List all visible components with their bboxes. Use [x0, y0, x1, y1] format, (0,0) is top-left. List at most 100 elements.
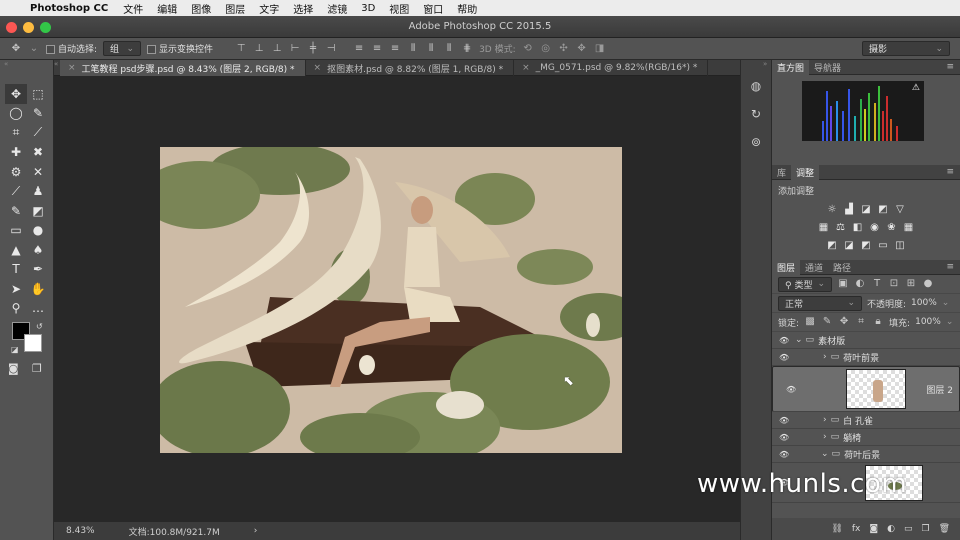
- gradient-tool-icon[interactable]: ▭: [5, 221, 27, 241]
- properties-panel-icon[interactable]: ⊚: [746, 132, 766, 152]
- eye-icon[interactable]: 👁︎: [779, 416, 789, 425]
- menu-3d[interactable]: 3D: [354, 3, 382, 14]
- move-tool-icon[interactable]: ✥: [10, 43, 22, 55]
- menu-edit[interactable]: 编辑: [150, 1, 184, 16]
- tab-adjustments[interactable]: 调整: [791, 164, 820, 180]
- filter-pixel-icon[interactable]: ▣: [837, 278, 849, 290]
- eye-icon[interactable]: 👁︎: [779, 336, 789, 345]
- menu-help[interactable]: 帮助: [450, 1, 484, 16]
- tab-histogram[interactable]: 直方图: [772, 59, 810, 75]
- align-vcenter-icon[interactable]: ⊥: [253, 43, 265, 55]
- chevron-right-icon[interactable]: ›: [823, 415, 827, 425]
- align-bottom-icon[interactable]: ⊥: [271, 43, 283, 55]
- lock-all-icon[interactable]: 🔒︎: [872, 316, 884, 328]
- blend-mode-dropdown[interactable]: 正常 ⌄: [778, 295, 862, 311]
- warning-icon[interactable]: ⚠: [912, 83, 920, 93]
- show-transform-checkbox[interactable]: 显示变换控件: [147, 42, 213, 55]
- document-canvas[interactable]: [160, 147, 622, 453]
- black-white-icon[interactable]: ◧: [852, 222, 864, 234]
- more-tools-icon[interactable]: …: [27, 299, 49, 319]
- filter-smart-icon[interactable]: ⊞: [905, 278, 917, 290]
- crop-tool-icon[interactable]: ⌗: [5, 123, 27, 143]
- filter-type-icon[interactable]: T: [871, 278, 883, 290]
- healing-brush-icon[interactable]: ✚: [5, 143, 27, 163]
- tab-channels[interactable]: 通道: [800, 260, 828, 275]
- invert-icon[interactable]: ◩: [826, 240, 838, 252]
- tab-document-1[interactable]: × 工笔教程 psd步骤.psd @ 8.43% (图层 2, RGB/8) *: [60, 60, 306, 76]
- eye-icon[interactable]: 👁︎: [779, 450, 789, 459]
- layer-group-bai-kongque[interactable]: 👁︎ › ▭ 白 孔雀: [772, 412, 960, 429]
- brightness-icon[interactable]: ☼: [826, 204, 838, 216]
- chevron-right-icon[interactable]: ›: [823, 352, 827, 362]
- lock-transparent-icon[interactable]: ▩: [804, 316, 816, 328]
- exposure-icon[interactable]: ◩: [877, 204, 889, 216]
- orbit-3d-icon[interactable]: ⟲: [522, 43, 534, 55]
- pan-3d-icon[interactable]: ✣: [558, 43, 570, 55]
- close-icon[interactable]: ×: [522, 63, 530, 73]
- zoom-level[interactable]: 8.43%: [66, 526, 95, 536]
- stamp-tool-icon[interactable]: ♟: [27, 182, 49, 202]
- auto-align-icon[interactable]: ⋕: [461, 43, 473, 55]
- selective-color-icon[interactable]: ◫: [894, 240, 906, 252]
- tab-document-3[interactable]: × _MG_0571.psd @ 9.82%(RGB/16*) *: [514, 60, 709, 76]
- layer-group-heye-qianjing[interactable]: 👁︎ › ▭ 荷叶前景: [772, 349, 960, 366]
- history-panel-icon[interactable]: ◍: [746, 76, 766, 96]
- vibrance-icon[interactable]: ▽: [894, 204, 906, 216]
- menu-file[interactable]: 文件: [116, 1, 150, 16]
- menu-layer[interactable]: 图层: [218, 1, 252, 16]
- add-mask-icon[interactable]: ◙: [869, 524, 878, 534]
- bandaid-icon[interactable]: ✖: [27, 143, 49, 163]
- clone-stamp-icon[interactable]: ⚙: [5, 162, 27, 182]
- status-menu-arrow[interactable]: ›: [254, 526, 258, 536]
- photo-filter-icon[interactable]: ◉: [869, 222, 881, 234]
- chevron-down-icon[interactable]: ⌄: [942, 298, 950, 308]
- chevron-down-icon[interactable]: ⌄: [821, 449, 829, 459]
- type-tool-icon[interactable]: T: [5, 260, 27, 280]
- gradient-map-icon[interactable]: ▭: [877, 240, 889, 252]
- align-top-icon[interactable]: ⊤: [235, 43, 247, 55]
- new-adjustment-icon[interactable]: ◐: [887, 524, 895, 534]
- fill-field[interactable]: 100%: [915, 317, 941, 327]
- roll-3d-icon[interactable]: ◎: [540, 43, 552, 55]
- distribute-vcenter-icon[interactable]: ≡: [371, 43, 383, 55]
- hand-tool-icon[interactable]: ✋: [27, 279, 49, 299]
- curves-icon[interactable]: ◪: [860, 204, 872, 216]
- menu-view[interactable]: 视图: [382, 1, 416, 16]
- menu-filter[interactable]: 滤镜: [320, 1, 354, 16]
- align-hcenter-icon[interactable]: ╪: [307, 43, 319, 55]
- pen-tool-icon[interactable]: ✒: [27, 260, 49, 280]
- chevron-down-icon[interactable]: ⌄: [946, 317, 954, 327]
- default-colors-icon[interactable]: ◪: [11, 345, 19, 354]
- swap-colors-icon[interactable]: ↺: [36, 322, 43, 331]
- eraser-tool-icon[interactable]: ◩: [27, 201, 49, 221]
- layer-group-tangyi[interactable]: 👁︎ › ▭ 躺椅: [772, 429, 960, 446]
- menu-app-name[interactable]: Photoshop CC: [26, 3, 116, 14]
- distribute-left-icon[interactable]: ⦀: [407, 43, 419, 55]
- auto-select-dropdown[interactable]: 组 ⌄: [103, 41, 142, 56]
- menu-type[interactable]: 文字: [252, 1, 286, 16]
- zoom-button[interactable]: [40, 22, 51, 33]
- eye-icon[interactable]: 👁︎: [779, 433, 789, 442]
- layer-group-heye-houjing[interactable]: 👁︎ ⌄ ▭ 荷叶后景: [772, 446, 960, 463]
- auto-select-checkbox[interactable]: 自动选择:: [46, 42, 97, 55]
- menu-image[interactable]: 图像: [184, 1, 218, 16]
- zoom-tool-icon[interactable]: ⚲: [5, 299, 27, 319]
- menu-window[interactable]: 窗口: [416, 1, 450, 16]
- distribute-hcenter-icon[interactable]: ⦀: [425, 43, 437, 55]
- posterize-icon[interactable]: ◪: [843, 240, 855, 252]
- layer-group-sucaiban[interactable]: 👁︎ ⌄ ▭ 素材版: [772, 332, 960, 349]
- distribute-top-icon[interactable]: ≡: [353, 43, 365, 55]
- dodge-tool-icon[interactable]: ▲: [5, 240, 27, 260]
- hue-saturation-icon[interactable]: ▦: [818, 222, 830, 234]
- panel-menu-icon[interactable]: ≡: [946, 62, 954, 72]
- close-icon[interactable]: ×: [68, 63, 76, 73]
- quick-mask-icon[interactable]: ◙: [8, 362, 19, 375]
- lock-position-icon[interactable]: ✥: [838, 316, 850, 328]
- close-button[interactable]: [6, 22, 17, 33]
- collapse-icon[interactable]: «: [0, 60, 53, 68]
- tab-navigator[interactable]: 导航器: [809, 60, 846, 75]
- sponge-tool-icon[interactable]: ♠: [27, 240, 49, 260]
- blur-tool-icon[interactable]: ●: [27, 221, 49, 241]
- align-left-icon[interactable]: ⊢: [289, 43, 301, 55]
- background-color-swatch[interactable]: [24, 334, 42, 352]
